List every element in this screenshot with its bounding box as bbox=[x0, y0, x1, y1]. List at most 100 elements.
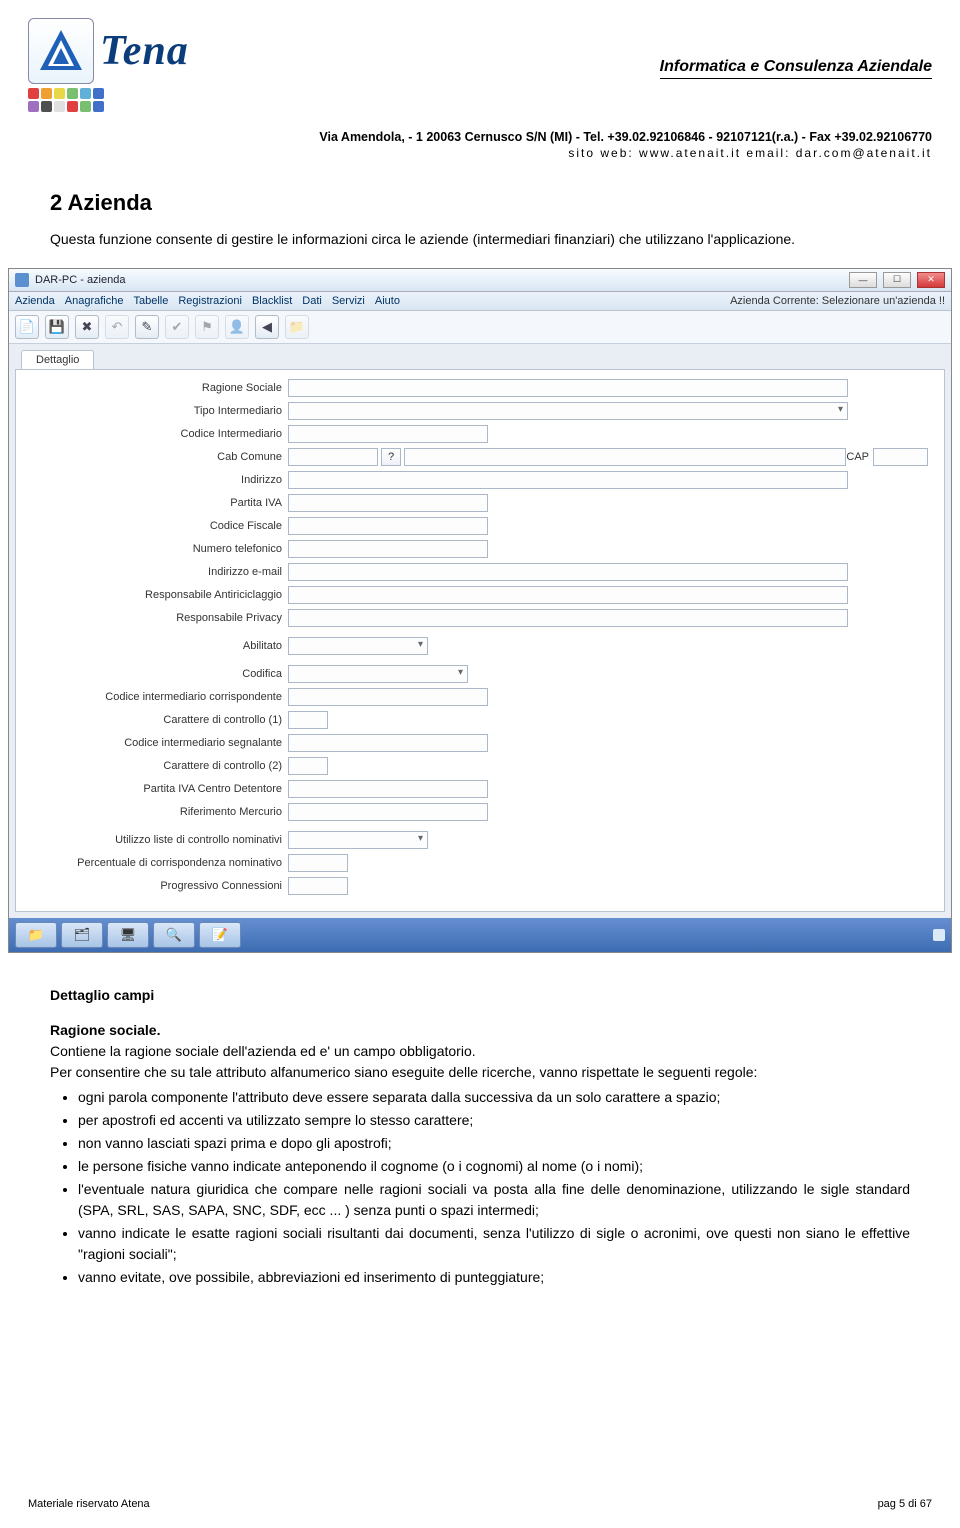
app-icon bbox=[15, 273, 29, 287]
taskbar-word-icon[interactable]: 📝 bbox=[199, 922, 241, 948]
section-title: 2 Azienda bbox=[50, 190, 910, 216]
input-numero-telefonico[interactable] bbox=[288, 540, 488, 558]
taskbar-browser-icon[interactable]: 🔍 bbox=[153, 922, 195, 948]
label-ragione-sociale: Ragione Sociale bbox=[26, 382, 288, 394]
list-item: le persone fisiche vanno indicate antepo… bbox=[78, 1156, 910, 1177]
select-codifica[interactable] bbox=[288, 665, 468, 683]
input-car-ctrl-1[interactable] bbox=[288, 711, 328, 729]
toolbar-user-icon[interactable]: 👤 bbox=[225, 315, 249, 339]
taskbar: 📁 🗂 🖥 🔍 📝 bbox=[9, 918, 951, 952]
toolbar-edit-icon[interactable]: ✎ bbox=[135, 315, 159, 339]
tab-dettaglio[interactable]: Dettaglio bbox=[21, 350, 94, 369]
menu-anagrafiche[interactable]: Anagrafiche bbox=[65, 295, 124, 307]
menu-blacklist[interactable]: Blacklist bbox=[252, 295, 292, 307]
window-title: DAR-PC - azienda bbox=[35, 274, 843, 286]
list-item: vanno indicate le esatte ragioni sociali… bbox=[78, 1223, 910, 1265]
label-cod-int-segn: Codice intermediario segnalante bbox=[26, 737, 288, 749]
toolbar-back-icon[interactable]: ◀ bbox=[255, 315, 279, 339]
body-text: Dettaglio campi Ragione sociale. Contien… bbox=[0, 953, 960, 1288]
menu-tabelle[interactable]: Tabelle bbox=[133, 295, 168, 307]
toolbar-flag-icon[interactable]: ⚑ bbox=[195, 315, 219, 339]
page-footer: Materiale riservato Atena pag 5 di 67 bbox=[28, 1498, 932, 1510]
label-car-ctrl-2: Carattere di controllo (2) bbox=[26, 760, 288, 772]
maximize-button[interactable]: ☐ bbox=[883, 272, 911, 288]
label-rif-mercurio: Riferimento Mercurio bbox=[26, 806, 288, 818]
label-indirizzo-email: Indirizzo e-mail bbox=[26, 566, 288, 578]
select-tipo-intermediario[interactable] bbox=[288, 402, 848, 420]
menu-azienda[interactable]: Azienda bbox=[15, 295, 55, 307]
taskbar-tray-icon[interactable] bbox=[933, 929, 945, 941]
list-item: l'eventuale natura giuridica che compare… bbox=[78, 1179, 910, 1221]
toolbar-delete-icon[interactable]: ✖ bbox=[75, 315, 99, 339]
list-item: ogni parola componente l'attributo deve … bbox=[78, 1087, 910, 1108]
toolbar-folder-icon[interactable]: 📁 bbox=[285, 315, 309, 339]
label-progr-conn: Progressivo Connessioni bbox=[26, 880, 288, 892]
menu-registrazioni[interactable]: Registrazioni bbox=[178, 295, 242, 307]
input-piva-centro-det[interactable] bbox=[288, 780, 488, 798]
app-window: DAR-PC - azienda — ☐ ✕ Azienda Anagrafic… bbox=[8, 268, 952, 953]
input-cab-comune[interactable] bbox=[288, 448, 378, 466]
toolbar-check-icon[interactable]: ✔ bbox=[165, 315, 189, 339]
input-progr-conn[interactable] bbox=[288, 877, 348, 895]
label-cab-comune: Cab Comune bbox=[26, 451, 288, 463]
select-abilitato[interactable] bbox=[288, 637, 428, 655]
input-codice-fiscale[interactable] bbox=[288, 517, 488, 535]
label-piva-centro-det: Partita IVA Centro Detentore bbox=[26, 783, 288, 795]
label-indirizzo: Indirizzo bbox=[26, 474, 288, 486]
taskbar-app-icon[interactable]: 🖥 bbox=[107, 922, 149, 948]
list-item: per apostrofi ed accenti va utilizzato s… bbox=[78, 1110, 910, 1131]
taskbar-folder-icon[interactable]: 🗂 bbox=[61, 922, 103, 948]
label-resp-privacy: Responsabile Privacy bbox=[26, 612, 288, 624]
input-cap[interactable] bbox=[873, 448, 928, 466]
section-intro: Questa funzione consente di gestire le i… bbox=[50, 230, 910, 250]
label-cap: CAP bbox=[846, 451, 869, 463]
subhead-dettaglio-campi: Dettaglio campi bbox=[50, 985, 910, 1006]
header-address: Via Amendola, - 1 20063 Cernusco S/N (MI… bbox=[28, 130, 932, 144]
input-cod-int-corr[interactable] bbox=[288, 688, 488, 706]
input-indirizzo-email[interactable] bbox=[288, 563, 848, 581]
label-partita-iva: Partita IVA bbox=[26, 497, 288, 509]
toolbar-undo-icon[interactable]: ↶ bbox=[105, 315, 129, 339]
lookup-cab-button[interactable]: ? bbox=[381, 448, 401, 466]
tab-strip: Dettaglio bbox=[9, 344, 951, 369]
logo-block: Tena bbox=[28, 18, 189, 112]
label-abilitato: Abilitato bbox=[26, 640, 288, 652]
header-rule bbox=[660, 78, 932, 79]
menu-servizi[interactable]: Servizi bbox=[332, 295, 365, 307]
input-resp-antiriciclaggio[interactable] bbox=[288, 586, 848, 604]
input-partita-iva[interactable] bbox=[288, 494, 488, 512]
input-resp-privacy[interactable] bbox=[288, 609, 848, 627]
close-button[interactable]: ✕ bbox=[917, 272, 945, 288]
toolbar: 📄 💾 ✖ ↶ ✎ ✔ ⚑ 👤 ◀ 📁 bbox=[9, 311, 951, 344]
input-cod-int-segn[interactable] bbox=[288, 734, 488, 752]
page-header: Tena Informatica e Consulenza Aziendale … bbox=[0, 0, 960, 166]
select-utilizzo-liste[interactable] bbox=[288, 831, 428, 849]
body-p2: Per consentire che su tale attributo alf… bbox=[50, 1062, 910, 1083]
menubar: Azienda Anagrafiche Tabelle Registrazion… bbox=[9, 292, 951, 311]
header-contact: sito web: www.atenait.it email: dar.com@… bbox=[28, 146, 932, 160]
label-cod-int-corr: Codice intermediario corrispondente bbox=[26, 691, 288, 703]
label-codice-intermediario: Codice Intermediario bbox=[26, 428, 288, 440]
footer-right: pag 5 di 67 bbox=[878, 1498, 932, 1510]
label-utilizzo-liste: Utilizzo liste di controllo nominativi bbox=[26, 834, 288, 846]
toolbar-new-icon[interactable]: 📄 bbox=[15, 315, 39, 339]
footer-left: Materiale riservato Atena bbox=[28, 1498, 150, 1510]
minimize-button[interactable]: — bbox=[849, 272, 877, 288]
input-indirizzo[interactable] bbox=[288, 471, 848, 489]
form-area: Ragione Sociale Tipo Intermediario Codic… bbox=[15, 369, 945, 912]
taskbar-explorer-icon[interactable]: 📁 bbox=[15, 922, 57, 948]
input-perc-corr[interactable] bbox=[288, 854, 348, 872]
label-car-ctrl-1: Carattere di controllo (1) bbox=[26, 714, 288, 726]
list-item: non vanno lasciati spazi prima e dopo gl… bbox=[78, 1133, 910, 1154]
input-car-ctrl-2[interactable] bbox=[288, 757, 328, 775]
input-ragione-sociale[interactable] bbox=[288, 379, 848, 397]
menu-dati[interactable]: Dati bbox=[302, 295, 322, 307]
label-tipo-intermediario: Tipo Intermediario bbox=[26, 405, 288, 417]
input-codice-intermediario[interactable] bbox=[288, 425, 488, 443]
input-comune-desc[interactable] bbox=[404, 448, 846, 466]
header-right: Informatica e Consulenza Aziendale bbox=[660, 58, 932, 79]
input-rif-mercurio[interactable] bbox=[288, 803, 488, 821]
menu-aiuto[interactable]: Aiuto bbox=[375, 295, 400, 307]
toolbar-save-icon[interactable]: 💾 bbox=[45, 315, 69, 339]
subhead-ragione-sociale: Ragione sociale. bbox=[50, 1020, 910, 1041]
